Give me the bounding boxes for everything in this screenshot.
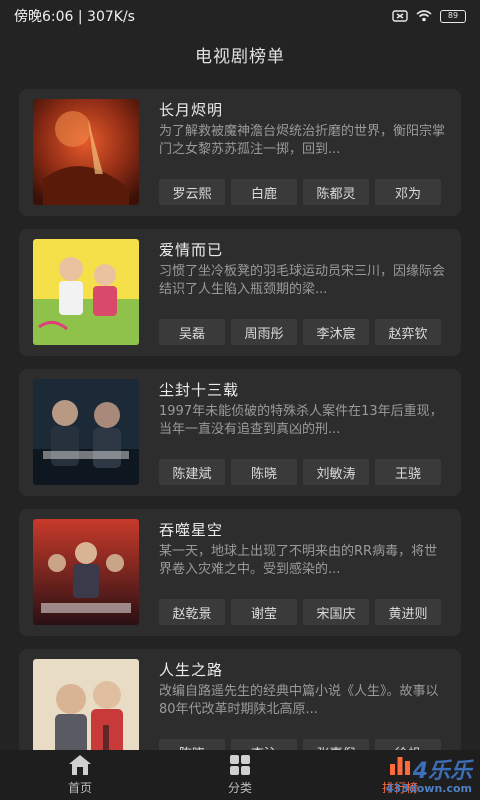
cast-tags: 陈晓 李沁 张嘉倪 徐帆 [159,739,445,750]
drama-card[interactable]: 人生之路 改编自路遥先生的经典中篇小说《人生》。故事以80年代改革时期陕北高原.… [19,649,461,750]
cast-tag[interactable]: 吴磊 [159,319,225,345]
drama-title[interactable]: 尘封十三载 [159,379,239,400]
cast-tag[interactable]: 邓为 [375,179,441,205]
cast-tag[interactable]: 张嘉倪 [303,739,369,750]
drama-description: 某一天，地球上出现了不明来由的RR病毒，将世界卷入灾难之中。受到感染的... [159,544,438,577]
drama-card[interactable]: 吞噬星空 某一天，地球上出现了不明来由的RR病毒，将世界卷入灾难之中。受到感染的… [19,509,461,636]
grid-icon [230,755,250,775]
tab-label: 首页 [67,781,92,795]
cast-tag[interactable]: 罗云熙 [159,179,225,205]
cast-tag[interactable]: 赵乾景 [159,599,225,625]
cast-tag[interactable]: 李沐宸 [303,319,369,345]
cast-tags: 陈建斌 陈晓 刘敏涛 王骁 [159,459,445,485]
wifi-icon [416,10,432,22]
tab-category[interactable]: 分类 [160,750,320,800]
cast-tag[interactable]: 徐帆 [375,739,441,750]
battery-icon: 89 [440,9,466,23]
drama-title[interactable]: 吞噬星空 [159,519,223,540]
sim-icon [392,10,408,22]
drama-description: 改编自路遥先生的经典中篇小说《人生》。故事以80年代改革时期陕北高原... [159,684,439,717]
cast-tag[interactable]: 李沁 [231,739,297,750]
home-icon [69,755,91,775]
cast-tag[interactable]: 赵弈钦 [375,319,441,345]
watermark-url: 433down.com [385,782,472,795]
cast-tag[interactable]: 白鹿 [231,179,297,205]
cast-tag[interactable]: 谢莹 [231,599,297,625]
drama-description: 1997年未能侦破的特殊杀人案件在13年后重现，当年一直没有追查到真凶的刑... [159,404,443,437]
cast-tag[interactable]: 刘敏涛 [303,459,369,485]
drama-title[interactable]: 长月烬明 [159,99,223,120]
status-time: 傍晚6:06 | 307K/s [14,9,135,25]
drama-poster [33,519,139,625]
cast-tag[interactable]: 陈晓 [231,459,297,485]
site-watermark: 4乐乐 433down.com [385,759,472,795]
drama-card[interactable]: 长月烬明 为了解救被魔神澹台烬统治折磨的世界，衡阳宗掌门之女黎苏苏孤注一掷，回到… [19,89,461,216]
tab-label: 分类 [227,781,252,795]
drama-title[interactable]: 爱情而已 [159,239,223,260]
cast-tags: 赵乾景 谢莹 宋国庆 黄进则 [159,599,445,625]
watermark-logo: 4乐乐 [412,759,472,784]
drama-description: 习惯了坐冷板凳的羽毛球运动员宋三川，因缘际会结识了人生陷入瓶颈期的梁... [159,264,445,297]
drama-title[interactable]: 人生之路 [159,659,223,680]
cast-tag[interactable]: 王骁 [375,459,441,485]
cast-tag[interactable]: 黄进则 [375,599,441,625]
drama-list[interactable]: 长月烬明 为了解救被魔神澹台烬统治折磨的世界，衡阳宗掌门之女黎苏苏孤注一掷，回到… [0,76,480,750]
cast-tag[interactable]: 宋国庆 [303,599,369,625]
cast-tags: 罗云熙 白鹿 陈都灵 邓为 [159,179,445,205]
cast-tag[interactable]: 陈建斌 [159,459,225,485]
tab-home[interactable]: 首页 [0,750,160,800]
drama-poster [33,659,139,750]
drama-card[interactable]: 爱情而已 习惯了坐冷板凳的羽毛球运动员宋三川，因缘际会结识了人生陷入瓶颈期的梁.… [19,229,461,356]
cast-tag[interactable]: 周雨彤 [231,319,297,345]
page-title: 电视剧榜单 [0,32,480,76]
drama-poster [33,379,139,485]
drama-poster [33,99,139,205]
cast-tag[interactable]: 陈都灵 [303,179,369,205]
status-bar: 傍晚6:06 | 307K/s 89 [0,0,480,32]
cast-tag[interactable]: 陈晓 [159,739,225,750]
status-icons: 89 [392,9,466,23]
drama-card[interactable]: 尘封十三载 1997年未能侦破的特殊杀人案件在13年后重现，当年一直没有追查到真… [19,369,461,496]
drama-description: 为了解救被魔神澹台烬统治折磨的世界，衡阳宗掌门之女黎苏苏孤注一掷，回到... [159,124,445,157]
drama-poster [33,239,139,345]
cast-tags: 吴磊 周雨彤 李沐宸 赵弈钦 [159,319,445,345]
